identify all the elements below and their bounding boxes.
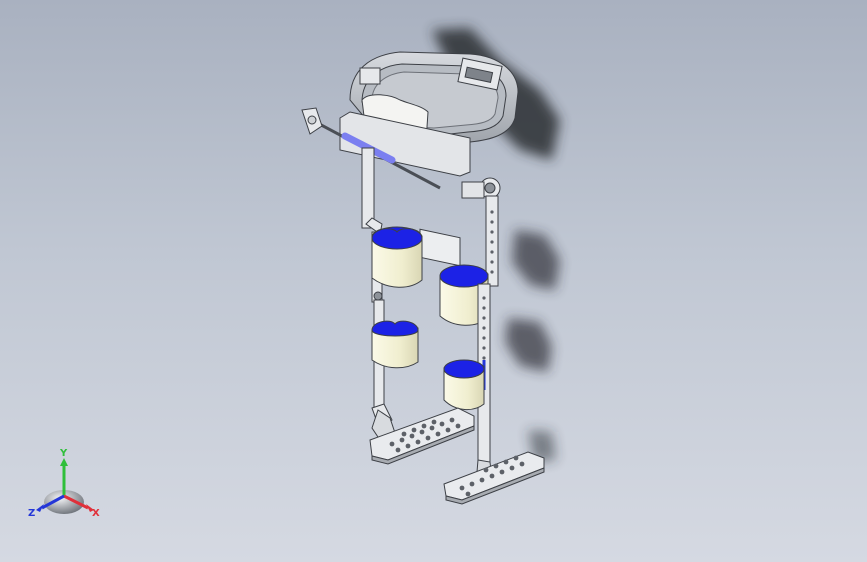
view-triad[interactable]: Y X Z — [24, 446, 104, 526]
right-shin-cuff[interactable] — [443, 359, 485, 410]
right-thigh-bar[interactable] — [485, 195, 499, 287]
left-thigh-cuff[interactable] — [371, 226, 423, 288]
x-axis-label: X — [92, 508, 100, 519]
hip-joint-right[interactable] — [461, 177, 501, 199]
left-shin-cuff[interactable] — [371, 320, 419, 369]
exoskeleton-model[interactable] — [301, 51, 545, 505]
y-axis-label: Y — [59, 448, 68, 459]
right-foot-plate[interactable] — [443, 451, 545, 505]
z-axis-label: Z — [28, 508, 35, 519]
cad-3d-viewport[interactable] — [0, 0, 867, 562]
